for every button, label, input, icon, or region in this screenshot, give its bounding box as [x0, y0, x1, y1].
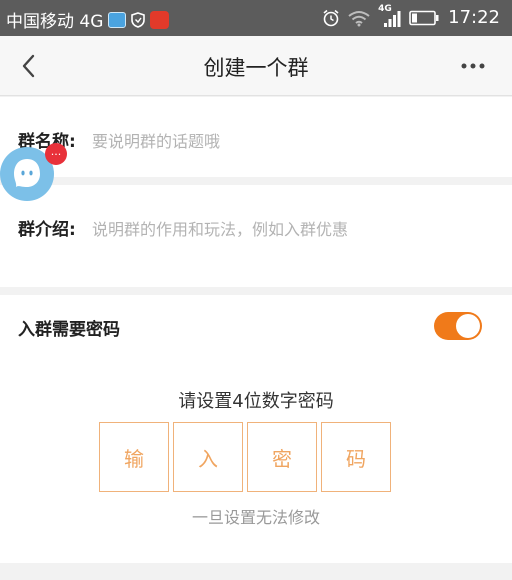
- group-intro-input[interactable]: 说明群的作用和玩法，例如入群优惠: [92, 216, 348, 240]
- password-warning: 一旦设置无法修改: [191, 508, 320, 527]
- nav-bar: 创建一个群: [0, 36, 512, 96]
- more-options-icon[interactable]: [460, 62, 486, 70]
- signal-indicator: 4G: [378, 4, 402, 28]
- password-digit-box-1[interactable]: 输: [99, 422, 169, 492]
- group-intro-section: 群介绍: 说明群的作用和玩法，例如入群优惠: [0, 185, 512, 287]
- battery-icon: [409, 10, 439, 25]
- create-group-screen: 中国移动 4G 4G 17:22 创建一个群 群名称: 要说明群的话题哦 群介绍…: [0, 0, 512, 580]
- password-digit-box-2[interactable]: 入: [173, 422, 243, 492]
- status-bar-right: 4G 17:22: [322, 4, 500, 28]
- toggle-knob: [456, 314, 480, 338]
- password-toggle[interactable]: [434, 312, 482, 340]
- password-prompt: 请设置4位数字密码: [178, 391, 334, 412]
- clock: 17:22: [448, 7, 500, 28]
- group-name-section: 群名称: 要说明群的话题哦: [0, 97, 512, 177]
- notification-cow-app-icon: [150, 10, 170, 29]
- signal-bars-icon: [384, 10, 401, 27]
- assistant-badge: ...: [45, 143, 67, 165]
- password-toggle-label: 入群需要密码: [18, 320, 120, 340]
- carrier-label: 中国移动 4G: [6, 12, 104, 32]
- page-title: 创建一个群: [203, 56, 309, 80]
- group-name-input[interactable]: 要说明群的话题哦: [92, 128, 220, 152]
- alarm-icon: [323, 9, 339, 26]
- shield-icon: [131, 11, 146, 28]
- floating-assistant[interactable]: ...: [0, 143, 67, 201]
- status-bar: 中国移动 4G 4G 17:22: [0, 0, 512, 36]
- notification-app-icon: [108, 11, 127, 28]
- password-section: 入群需要密码 请设置4位数字密码 输 入 密 码 一旦设置无法修改: [0, 295, 512, 563]
- assistant-mascot-icon: [14, 159, 40, 187]
- password-digit-box-4[interactable]: 码: [321, 422, 391, 492]
- password-boxes[interactable]: 输 入 密 码: [99, 422, 391, 492]
- password-digit-box-3[interactable]: 密: [247, 422, 317, 492]
- wifi-icon: [348, 10, 370, 26]
- status-bar-left: 中国移动 4G: [6, 7, 170, 32]
- group-intro-label: 群介绍:: [18, 220, 76, 240]
